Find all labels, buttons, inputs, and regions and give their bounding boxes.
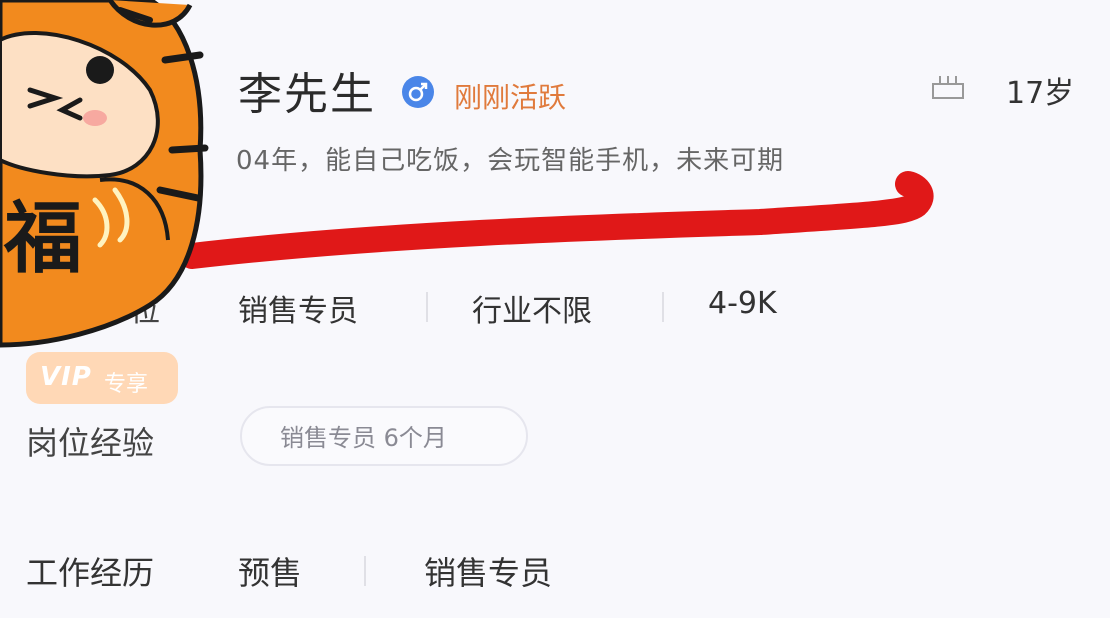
divider <box>364 556 366 586</box>
vip-badge-subtext: 专享 <box>104 372 149 397</box>
vip-badge-text: VIP <box>40 362 92 392</box>
mascot-fortune-text: 福 <box>4 194 83 284</box>
expected-position: 销售专员 <box>238 294 358 329</box>
experience-label: 岗位经验 <box>26 424 155 462</box>
expected-salary: 4-9K <box>708 286 777 321</box>
divider <box>426 292 428 322</box>
work-title: 销售专员 <box>424 554 553 592</box>
profile-card: 李先生 刚刚活跃 17岁 04年，能自己吃饭，会玩智能手机，未来可期 位 销售专… <box>0 0 1110 618</box>
expected-industry: 行业不限 <box>472 294 592 329</box>
tiger-mascot-avatar <box>0 0 209 348</box>
work-company: 预售 <box>238 554 303 592</box>
work-history-label: 工作经历 <box>26 554 155 592</box>
experience-tag-text: 销售专员 6个月 <box>280 424 447 452</box>
divider <box>662 292 664 322</box>
